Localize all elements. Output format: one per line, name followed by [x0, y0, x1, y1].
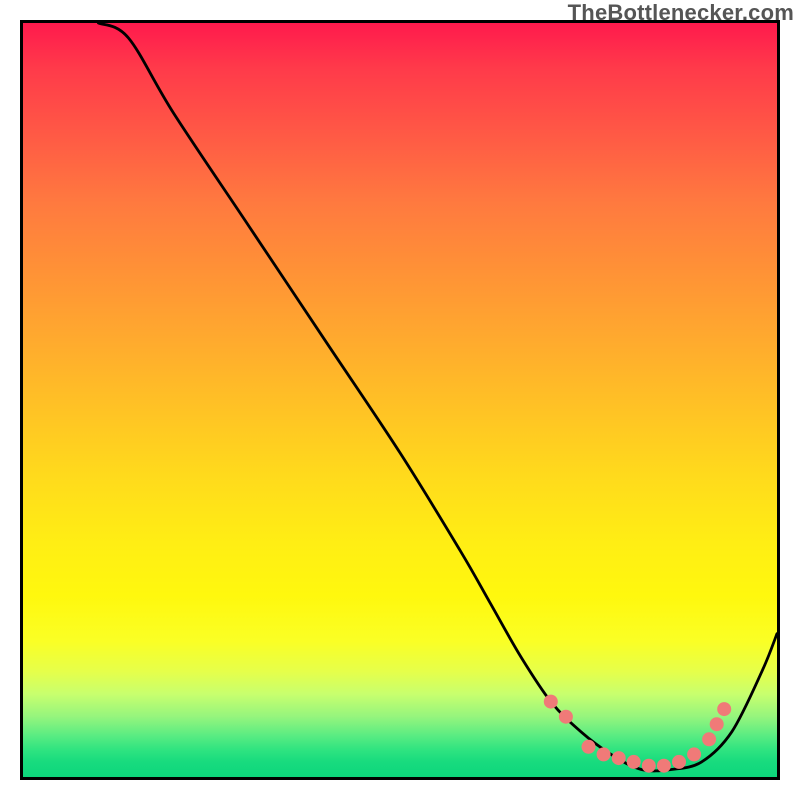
bottleneck-curve-path	[98, 23, 777, 771]
highlight-dot	[559, 710, 573, 724]
highlight-dot	[642, 759, 656, 773]
chart-container: TheBottlenecker.com	[0, 0, 800, 800]
highlight-dot	[612, 751, 626, 765]
highlight-dot	[717, 702, 731, 716]
chart-frame	[20, 20, 780, 780]
highlight-dot	[672, 755, 686, 769]
highlight-dot	[582, 740, 596, 754]
watermark-label: TheBottlenecker.com	[568, 0, 794, 26]
highlight-dot	[710, 717, 724, 731]
curve-svg	[23, 23, 777, 777]
highlight-dot	[544, 695, 558, 709]
highlight-dot	[657, 759, 671, 773]
highlight-dot	[702, 732, 716, 746]
highlight-dot	[597, 747, 611, 761]
highlight-dot	[627, 755, 641, 769]
highlight-dot	[687, 747, 701, 761]
